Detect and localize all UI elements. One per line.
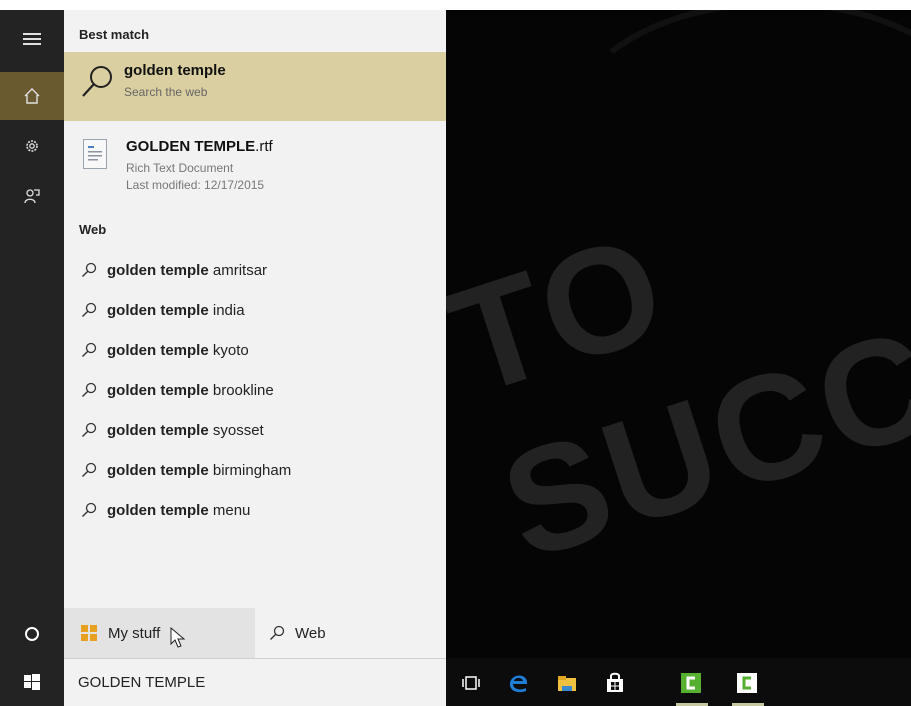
best-match-result[interactable]: golden temple Search the web	[64, 52, 446, 121]
web-suggestion-item[interactable]: golden temple syosset	[64, 410, 446, 450]
search-icon	[82, 342, 97, 357]
mouse-cursor-icon	[170, 627, 186, 648]
web-suggestion-item[interactable]: golden temple india	[64, 290, 446, 330]
edge-browser-icon[interactable]	[508, 672, 530, 694]
best-match-subtitle: Search the web	[124, 85, 208, 99]
camtasia-recorder-icon[interactable]	[680, 672, 702, 694]
web-heading: Web	[79, 222, 107, 237]
search-results-panel: Best match golden temple Search the web …	[64, 10, 446, 706]
search-icon	[82, 382, 97, 397]
search-icon	[82, 462, 97, 477]
suggestion-completion: birmingham	[208, 461, 292, 479]
settings-button[interactable]	[0, 122, 64, 170]
search-box[interactable]: GOLDEN TEMPLE	[64, 658, 446, 706]
suggestion-query: golden temple	[107, 341, 209, 359]
document-modified: Last modified: 12/17/2015	[126, 178, 265, 192]
suggestion-query: golden temple	[107, 381, 209, 399]
web-suggestion-text: golden temple brookline	[107, 382, 274, 399]
search-icon	[82, 502, 97, 517]
web-suggestion-text: golden temple menu	[107, 502, 250, 519]
camtasia-studio-icon[interactable]	[736, 672, 758, 694]
cortana-circle-icon	[25, 627, 39, 641]
feedback-button[interactable]	[0, 172, 64, 220]
windows-logo-icon	[81, 625, 97, 641]
file-explorer-icon[interactable]	[556, 672, 578, 694]
store-bag-icon[interactable]	[604, 672, 626, 694]
start-button[interactable]	[0, 658, 64, 706]
web-suggestion-text: golden temple india	[107, 302, 245, 319]
suggestion-completion: amritsar	[208, 261, 268, 279]
document-extension: .rtf	[255, 138, 273, 155]
search-icon	[82, 66, 112, 97]
web-suggestion-text: golden temple amritsar	[107, 262, 267, 279]
watermark: TO SUCC	[430, 200, 911, 592]
document-name: GOLDEN TEMPLE	[126, 138, 256, 155]
search-icon	[82, 262, 97, 277]
settings-gear-icon	[26, 140, 38, 152]
web-tab-label: Web	[295, 624, 326, 642]
document-title: GOLDEN TEMPLE.rtf	[126, 138, 273, 155]
web-suggestion-item[interactable]: golden temple brookline	[64, 370, 446, 410]
desktop: TO SUCC Best match golden temple Search …	[0, 10, 911, 706]
web-suggestion-item[interactable]: golden temple amritsar	[64, 250, 446, 290]
web-suggestion-item[interactable]: golden temple kyoto	[64, 330, 446, 370]
my-stuff-label: My stuff	[108, 624, 161, 642]
home-icon	[24, 88, 40, 104]
suggestion-query: golden temple	[107, 461, 209, 479]
search-input[interactable]: GOLDEN TEMPLE	[78, 674, 205, 691]
suggestion-completion: kyoto	[208, 341, 249, 359]
web-suggestion-text: golden temple syosset	[107, 422, 264, 439]
web-tab[interactable]: Web	[255, 608, 446, 658]
document-type: Rich Text Document	[126, 161, 234, 175]
start-rail	[0, 10, 64, 706]
search-icon	[270, 625, 285, 640]
web-suggestion-item[interactable]: golden temple menu	[64, 490, 446, 530]
suggestion-completion: india	[208, 301, 245, 319]
best-match-title: golden temple	[124, 62, 226, 79]
suggestion-query: golden temple	[107, 421, 209, 439]
suggestion-query: golden temple	[107, 501, 209, 519]
suggestion-completion: syosset	[208, 421, 264, 439]
suggestion-completion: brookline	[208, 381, 274, 399]
home-button[interactable]	[0, 72, 64, 120]
best-match-heading: Best match	[79, 27, 150, 42]
rtf-document-icon	[83, 139, 107, 169]
web-suggestion-text: golden temple birmingham	[107, 462, 291, 479]
my-stuff-tab[interactable]: My stuff	[64, 608, 255, 658]
cortana-button[interactable]	[0, 610, 64, 658]
feedback-icon	[24, 189, 40, 204]
web-suggestion-text: golden temple kyoto	[107, 342, 249, 359]
suggestion-query: golden temple	[107, 261, 209, 279]
hamburger-menu-icon	[23, 33, 41, 45]
taskbar	[446, 658, 911, 706]
web-suggestion-item[interactable]: golden temple birmingham	[64, 450, 446, 490]
hamburger-menu-button[interactable]	[0, 15, 64, 63]
suggestion-completion: menu	[208, 501, 251, 519]
suggestion-query: golden temple	[107, 301, 209, 319]
search-icon	[82, 422, 97, 437]
search-icon	[82, 302, 97, 317]
windows-logo-icon	[24, 674, 40, 690]
task-view-icon[interactable]	[460, 672, 482, 694]
document-result[interactable]: GOLDEN TEMPLE.rtf Rich Text Document Las…	[64, 134, 446, 202]
